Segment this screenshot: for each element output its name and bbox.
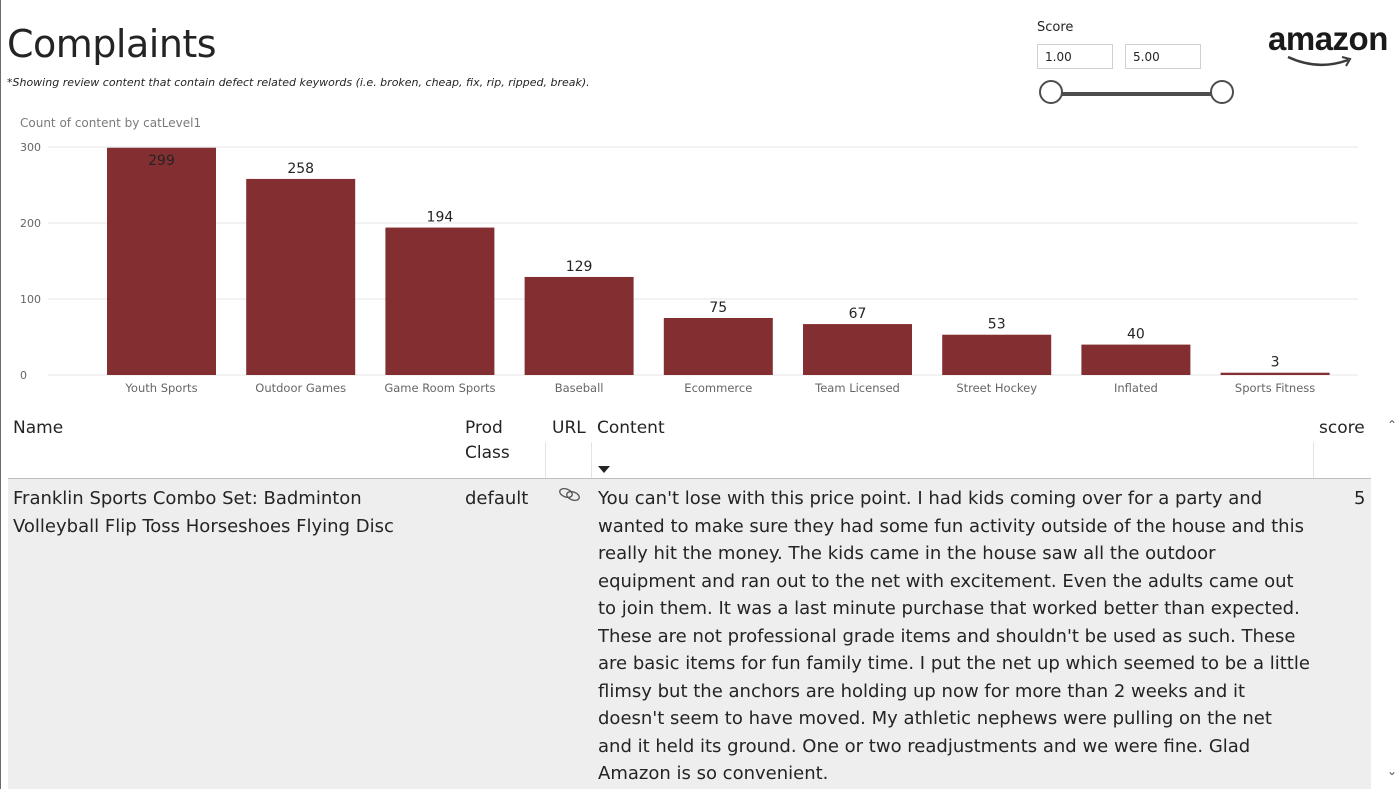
data-label: 40 xyxy=(1127,327,1145,343)
column-header-name[interactable]: Name xyxy=(13,416,63,441)
content-line: These are not professional grade items a… xyxy=(598,625,1296,647)
cell-prod-class: default xyxy=(465,488,529,509)
content-line: doesn't seem to have moved. My athletic … xyxy=(598,708,1272,729)
data-label: 194 xyxy=(427,210,454,226)
y-tick-label: 200 xyxy=(20,217,41,230)
bar-team-licensed[interactable] xyxy=(803,324,912,375)
scroll-down-icon[interactable]: ⌄ xyxy=(1387,764,1397,778)
content-line: flimsy but the anchors are holding up no… xyxy=(598,680,1246,702)
content-line: really hit the money. The kids came in t… xyxy=(598,543,1216,564)
data-label: 53 xyxy=(988,317,1006,333)
score-slicer-label: Score xyxy=(1037,20,1074,35)
x-tick-label: Inflated xyxy=(1114,381,1158,395)
amazon-logo: amazon xyxy=(1268,20,1398,72)
score-min-input[interactable]: 1.00 xyxy=(1037,44,1113,69)
content-line: to join them. It was a last minute purch… xyxy=(598,598,1300,619)
data-label: 75 xyxy=(709,300,727,316)
scroll-up-icon[interactable]: ⌃ xyxy=(1387,418,1397,432)
x-tick-label: Youth Sports xyxy=(124,381,197,395)
column-header-score[interactable]: score xyxy=(1319,416,1365,441)
x-tick-label: Sports Fitness xyxy=(1235,381,1315,395)
data-label: 299 xyxy=(148,153,175,169)
content-line: Amazon is so convenient. xyxy=(598,763,829,784)
y-tick-label: 0 xyxy=(20,369,27,382)
cell-name-line: Volleyball Flip Toss Horseshoes Flying D… xyxy=(13,515,394,537)
y-tick-label: 300 xyxy=(20,141,41,154)
bar-youth-sports[interactable] xyxy=(107,147,216,375)
data-label: 3 xyxy=(1271,355,1280,371)
bar-street-hockey[interactable] xyxy=(942,334,1052,375)
column-header-prod-class[interactable]: Prod Class xyxy=(465,416,510,466)
cell-name: Franklin Sports Combo Set: Badminton Vol… xyxy=(13,485,394,540)
column-divider xyxy=(591,442,592,478)
page-title: Complaints xyxy=(7,22,217,66)
complaints-table: Name Prod Class URL Content score Frankl… xyxy=(8,412,1371,789)
score-slider-max-handle[interactable] xyxy=(1210,80,1234,104)
bar-outdoor-games[interactable] xyxy=(246,178,356,375)
content-line: You can't lose with this price point. I … xyxy=(598,488,1263,509)
x-tick-label: Street Hockey xyxy=(956,381,1037,395)
data-label: 67 xyxy=(849,306,867,322)
content-line: equipment and ran out to the net with ex… xyxy=(598,570,1294,592)
x-tick-label: Team Licensed xyxy=(814,381,900,395)
x-tick-label: Ecommerce xyxy=(684,381,752,395)
bar-baseball[interactable] xyxy=(524,276,634,375)
bar-sports-fitness[interactable] xyxy=(1220,372,1330,375)
bar-chart: 0 100 200 300 299 Youth Sports 258 Outdoor Game… xyxy=(20,141,1358,395)
data-label: 258 xyxy=(287,161,314,177)
amazon-smile-icon xyxy=(1287,55,1352,67)
content-line: wanted to make sure they had some fun ac… xyxy=(598,515,1304,537)
link-icon[interactable] xyxy=(558,487,582,503)
amazon-logo-text: amazon xyxy=(1268,20,1388,57)
score-slider-track[interactable] xyxy=(1051,92,1222,96)
bar-inflated[interactable] xyxy=(1081,344,1191,375)
y-tick-label: 100 xyxy=(20,293,41,306)
chart-title: Count of content by catLevel1 xyxy=(20,116,202,130)
sort-descending-icon[interactable] xyxy=(598,466,610,473)
cell-content: You can't lose with this price point. I … xyxy=(598,485,1310,788)
content-line: are basic items for fun family time. I p… xyxy=(598,653,1310,674)
content-line: and it held its ground. One or two readj… xyxy=(598,735,1251,757)
score-slider-min-handle[interactable] xyxy=(1039,80,1063,104)
cell-name-line: Franklin Sports Combo Set: Badminton xyxy=(13,488,362,509)
data-label: 129 xyxy=(566,259,593,275)
column-divider xyxy=(1313,442,1314,478)
column-header-url[interactable]: URL xyxy=(552,416,586,441)
x-tick-label: Baseball xyxy=(555,381,604,395)
column-header-content[interactable]: Content xyxy=(597,416,665,441)
page-subtitle: *Showing review content that contain def… xyxy=(7,76,590,89)
column-divider xyxy=(545,442,546,478)
x-tick-label: Game Room Sports xyxy=(384,381,495,395)
column-header-prod-class-line1: Prod xyxy=(465,418,503,438)
score-max-input[interactable]: 5.00 xyxy=(1125,44,1201,69)
bar-ecommerce[interactable] xyxy=(663,318,773,375)
x-tick-label: Outdoor Games xyxy=(255,381,346,395)
bar-game-room-sports[interactable] xyxy=(385,227,495,375)
column-header-prod-class-line2: Class xyxy=(465,443,510,463)
cell-score: 5 xyxy=(1354,488,1366,509)
